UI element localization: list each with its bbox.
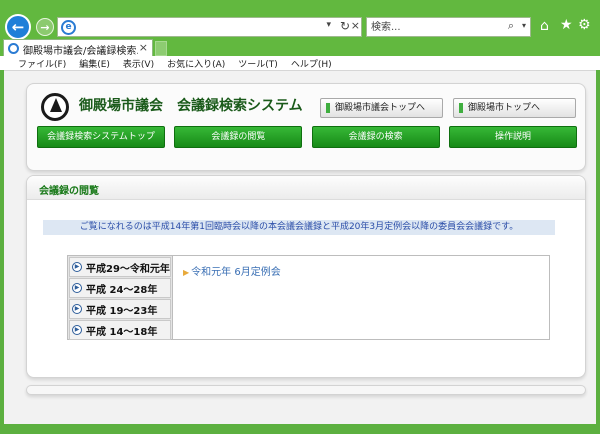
menu-bar: ファイル(F) 編集(E) 表示(V) お気に入り(A) ツール(T) ヘルプ(… <box>0 56 600 70</box>
site-header: 御殿場市議会 会議録検索システム 御殿場市議会トップへ 御殿場市トップへ 会議録… <box>26 83 586 171</box>
ie-icon <box>8 43 19 54</box>
menu-favorites[interactable]: お気に入り(A) <box>167 57 225 70</box>
nav-search-minutes[interactable]: 会議録の検索 <box>311 126 440 148</box>
search-box[interactable]: ⌕ ▾ <box>366 17 531 37</box>
session-link[interactable]: 令和元年 6月定例会 <box>183 263 281 278</box>
back-button[interactable]: ← <box>5 14 31 40</box>
section-title: 会議録の閲覧 <box>39 186 99 197</box>
menu-edit[interactable]: 編集(E) <box>79 57 110 70</box>
search-icon[interactable]: ⌕ <box>508 19 514 33</box>
browser-tab[interactable]: 御殿場市議会/会議録検索... × <box>3 39 153 57</box>
browser-frame: ← → e ▾ ↻ × ⌕ ▾ ⌂ ★ ⚙ 御殿場市議会/会議録検索... × … <box>0 0 600 70</box>
refresh-icon[interactable]: ↻ <box>340 19 350 33</box>
address-dropdown-icon[interactable]: ▾ <box>326 20 331 30</box>
circle-arrow-icon: ▶ <box>72 262 82 272</box>
year-item[interactable]: ▶ 平成29～令和元年 <box>69 257 171 277</box>
forward-icon: → <box>40 20 50 34</box>
year-label: 平成 24～28年 <box>86 284 158 296</box>
circle-arrow-icon: ▶ <box>72 283 82 293</box>
browse-panel: ▶ 平成29～令和元年 ▶ 平成 24～28年 ▶ 平成 19～23年 ▶ 平成… <box>67 255 550 340</box>
stop-icon[interactable]: × <box>351 19 360 32</box>
browse-section: 会議録の閲覧 ご覧になれるのは平成14年第1回臨時会以降の本会議会議録と平成20… <box>26 175 586 378</box>
page-viewport: 御殿場市議会 会議録検索システム 御殿場市議会トップへ 御殿場市トップへ 会議録… <box>4 70 596 424</box>
address-bar[interactable]: e ▾ ↻ × <box>57 17 362 37</box>
new-tab-button[interactable] <box>155 41 167 56</box>
star-icon[interactable]: ★ <box>560 17 573 33</box>
global-nav: 会議録検索システムトップ 会議録の閲覧 会議録の検索 操作説明 <box>37 126 577 148</box>
menu-help[interactable]: ヘルプ(H) <box>291 57 332 70</box>
nav-browse-minutes[interactable]: 会議録の閲覧 <box>174 126 303 148</box>
search-input[interactable] <box>371 20 491 34</box>
council-top-link[interactable]: 御殿場市議会トップへ <box>320 98 443 118</box>
availability-notice: ご覧になれるのは平成14年第1回臨時会以降の本会議会議録と平成20年3月定例会以… <box>43 220 555 235</box>
gear-icon[interactable]: ⚙ <box>578 17 591 33</box>
forward-button[interactable]: → <box>36 18 54 36</box>
city-logo-icon <box>41 93 69 121</box>
tab-label: 御殿場市議会/会議録検索... <box>23 46 138 57</box>
home-icon[interactable]: ⌂ <box>540 18 549 34</box>
year-label: 平成 14～18年 <box>86 326 158 338</box>
circle-arrow-icon: ▶ <box>72 304 82 314</box>
site-title: 御殿場市議会 会議録検索システム <box>79 98 303 114</box>
circle-arrow-icon: ▶ <box>72 325 82 335</box>
year-item[interactable]: ▶ 平成 14～18年 <box>69 320 171 340</box>
menu-file[interactable]: ファイル(F) <box>18 57 66 70</box>
ie-icon: e <box>61 20 76 35</box>
year-item[interactable]: ▶ 平成 24～28年 <box>69 278 171 298</box>
section-header: 会議録の閲覧 <box>27 176 585 200</box>
menu-view[interactable]: 表示(V) <box>123 57 154 70</box>
close-icon[interactable]: × <box>139 41 148 54</box>
nav-system-top[interactable]: 会議録検索システムトップ <box>37 126 165 148</box>
search-dropdown-icon[interactable]: ▾ <box>522 21 526 30</box>
back-icon: ← <box>11 18 25 36</box>
page-footer <box>26 385 586 395</box>
year-list: ▶ 平成29～令和元年 ▶ 平成 24～28年 ▶ 平成 19～23年 ▶ 平成… <box>68 256 173 340</box>
year-label: 平成 19～23年 <box>86 305 158 317</box>
city-top-link[interactable]: 御殿場市トップへ <box>453 98 576 118</box>
nav-help[interactable]: 操作説明 <box>448 126 577 148</box>
year-item[interactable]: ▶ 平成 19～23年 <box>69 299 171 319</box>
menu-tools[interactable]: ツール(T) <box>238 57 278 70</box>
year-label: 平成29～令和元年 <box>86 263 170 275</box>
